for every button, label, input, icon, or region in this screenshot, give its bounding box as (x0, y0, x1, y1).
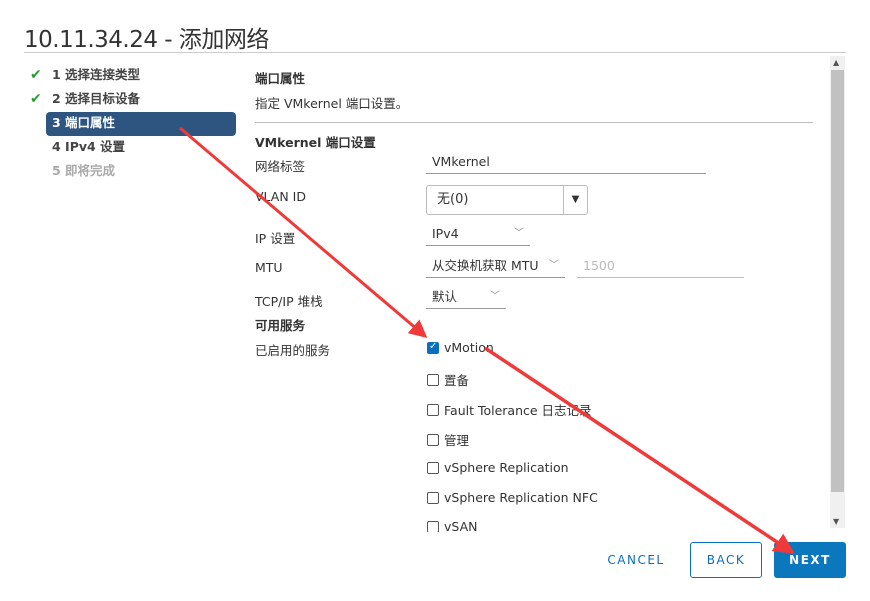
scrollbar-thumb[interactable] (831, 70, 844, 492)
vlan-value: 无(0) (437, 192, 469, 207)
scrollbar[interactable]: ▲ ▼ (830, 56, 845, 528)
step-5: 5 即将完成 (26, 160, 236, 184)
step-4[interactable]: 4 IPv4 设置 (26, 136, 236, 160)
service-vmotion-checkbox[interactable]: vMotion (427, 340, 494, 355)
section-heading: VMkernel 端口设置 (255, 135, 376, 150)
divider (255, 122, 813, 123)
step-2[interactable]: ✔ 2 选择目标设备 (26, 88, 236, 112)
divider (24, 52, 846, 53)
checkbox-checked-icon (427, 341, 439, 354)
network-label-input[interactable]: VMkernel (426, 152, 706, 174)
check-icon: ✔ (30, 91, 42, 107)
step-label: 4 IPv4 设置 (52, 139, 126, 154)
service-label: vMotion (444, 340, 494, 355)
service-label: vSphere Replication (444, 460, 569, 475)
mtu-label: MTU (255, 260, 283, 275)
service-provisioning-checkbox[interactable]: 置备 (427, 370, 469, 389)
chevron-down-icon: ﹀ (514, 228, 524, 239)
dialog-title: 10.11.34.24 - 添加网络 (24, 27, 269, 53)
checkbox-icon (427, 433, 439, 446)
services-heading: 可用服务 (255, 318, 306, 333)
dropdown-arrow-icon[interactable]: ▼ (563, 186, 587, 214)
service-ft-checkbox[interactable]: Fault Tolerance 日志记录 (427, 400, 592, 419)
check-icon: ✔ (30, 67, 42, 83)
step-label: 3 端口属性 (52, 115, 116, 130)
back-button[interactable]: BACK (690, 542, 762, 578)
network-label-label: 网络标签 (255, 159, 306, 174)
chevron-down-icon: ﹀ (490, 291, 500, 302)
service-label: 置备 (444, 373, 470, 388)
cancel-button[interactable]: CANCEL (596, 542, 676, 578)
content-panel: 端口属性 指定 VMkernel 端口设置。 VMkernel 端口设置 网络标… (255, 64, 815, 532)
step-1[interactable]: ✔ 1 选择连接类型 (26, 64, 236, 88)
service-label: vSphere Replication NFC (444, 490, 598, 505)
vlan-combobox[interactable]: 无(0) ▼ (426, 185, 588, 215)
service-management-checkbox[interactable]: 管理 (427, 430, 469, 449)
service-label: vSAN (444, 519, 478, 532)
service-vsan-checkbox[interactable]: vSAN (427, 519, 477, 532)
ip-value: IPv4 (432, 226, 459, 241)
next-button[interactable]: NEXT (774, 542, 846, 578)
checkbox-icon (427, 373, 439, 386)
chevron-down-icon: ﹀ (549, 260, 559, 271)
page-heading: 端口属性 (255, 71, 306, 86)
tcpip-select[interactable]: 默认 ﹀ (426, 287, 506, 309)
service-label: Fault Tolerance 日志记录 (444, 403, 592, 418)
vlan-label: VLAN ID (255, 189, 306, 204)
step-label: 2 选择目标设备 (52, 91, 141, 106)
enabled-services-label: 已启用的服务 (255, 343, 331, 358)
page-description: 指定 VMkernel 端口设置。 (255, 96, 409, 111)
checkbox-icon (427, 491, 439, 504)
scroll-down-icon[interactable]: ▼ (833, 517, 839, 526)
step-3[interactable]: 3 端口属性 (46, 112, 236, 136)
ip-select[interactable]: IPv4 ﹀ (426, 224, 530, 246)
checkbox-icon (427, 461, 439, 474)
wizard-steps: ✔ 1 选择连接类型 ✔ 2 选择目标设备 3 端口属性 4 IPv4 设置 5 即… (26, 64, 236, 184)
checkbox-icon (427, 520, 439, 532)
scroll-up-icon[interactable]: ▲ (833, 58, 839, 67)
ip-label: IP 设置 (255, 231, 296, 246)
step-label: 5 即将完成 (52, 163, 116, 178)
mtu-input[interactable]: 1500 (577, 256, 744, 278)
service-label: 管理 (444, 433, 470, 448)
mtu-select[interactable]: 从交换机获取 MTU ﹀ (426, 256, 565, 278)
mtu-value: 从交换机获取 MTU (432, 258, 539, 273)
tcpip-label: TCP/IP 堆栈 (255, 294, 323, 309)
step-label: 1 选择连接类型 (52, 67, 141, 82)
service-replication-checkbox[interactable]: vSphere Replication (427, 460, 569, 475)
service-replication-nfc-checkbox[interactable]: vSphere Replication NFC (427, 490, 598, 505)
checkbox-icon (427, 403, 439, 416)
tcpip-value: 默认 (432, 289, 458, 304)
